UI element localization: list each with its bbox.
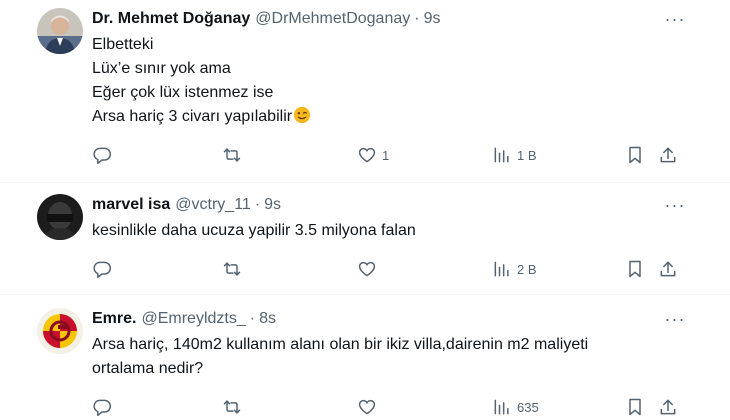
like-button[interactable]: 1 <box>357 143 389 167</box>
author-handle[interactable]: @vctry_11 <box>175 196 251 214</box>
reply-icon <box>93 147 112 165</box>
tweet-header: Dr. Mehmet Doğanay @DrMehmetDoganay · 9s <box>92 8 440 30</box>
views-count: 1 B <box>517 147 537 163</box>
share-button[interactable] <box>658 143 678 167</box>
avatar[interactable] <box>37 308 83 354</box>
tweet-header: Emre. @Emreyldzts_ · 8s <box>92 308 276 330</box>
separator-dot: · <box>249 310 256 327</box>
more-icon[interactable]: ··· <box>664 8 686 30</box>
tweet-text-line: Elbetteki <box>92 36 154 53</box>
tweet-actions: 2 B <box>92 257 687 281</box>
reply-icon <box>93 261 112 279</box>
tweet-actions: 1 1 B <box>92 143 687 167</box>
tweet[interactable]: marvel isa @vctry_11 · 9s ··· kesinlikle… <box>0 183 730 295</box>
share-icon <box>660 147 676 163</box>
tweet-header: marvel isa @vctry_11 · 9s <box>92 194 281 216</box>
share-button[interactable] <box>658 257 678 281</box>
bookmark-button[interactable] <box>625 143 645 167</box>
bookmark-icon <box>629 146 641 164</box>
bookmark-button[interactable] <box>625 395 645 419</box>
author-name[interactable]: Dr. Mehmet Doğanay <box>92 10 250 28</box>
tweet-text-line: Eğer çok lüx istenmez ise <box>92 84 274 101</box>
bookmark-button[interactable] <box>625 257 645 281</box>
views-count: 635 <box>517 399 539 415</box>
reply-button[interactable] <box>92 143 117 167</box>
retweet-button[interactable] <box>222 143 247 167</box>
tweet-text-line: Lüx’e sınır yok ama <box>92 60 231 77</box>
tweet-text: Arsa hariç, 140m2 kullanım alanı olan bi… <box>92 333 672 381</box>
heart-icon <box>358 399 376 415</box>
author-name[interactable]: marvel isa <box>92 196 170 214</box>
tweet-text-line: ortalama nedir? <box>92 360 204 377</box>
separator-dot: · <box>414 10 420 27</box>
more-icon[interactable]: ··· <box>664 308 686 330</box>
views-count: 2 B <box>517 261 537 277</box>
bookmark-icon <box>629 260 641 278</box>
tweet[interactable]: Emre. @Emreyldzts_ · 8s ··· Arsa hariç, … <box>0 295 730 420</box>
tweet[interactable]: Dr. Mehmet Doğanay @DrMehmetDoganay · 9s… <box>0 0 730 183</box>
share-icon <box>660 261 676 277</box>
heart-icon <box>358 147 376 163</box>
tweet-text-line: Arsa hariç 3 civarı yapılabilir <box>92 108 293 125</box>
timestamp[interactable]: 8s <box>259 310 276 328</box>
heart-icon <box>358 261 376 277</box>
retweet-icon <box>223 262 241 276</box>
retweet-icon <box>223 148 241 162</box>
views-icon <box>494 261 509 277</box>
tweet-text-line: Arsa hariç, 140m2 kullanım alanı olan bi… <box>92 336 589 353</box>
author-name[interactable]: Emre. <box>92 310 136 328</box>
tweet-actions: 635 <box>92 395 687 419</box>
views-icon <box>494 147 509 163</box>
tweet-text: kesinlikle daha ucuza yapilir 3.5 milyon… <box>92 219 416 243</box>
reply-button[interactable] <box>92 395 117 419</box>
like-button[interactable] <box>357 257 382 281</box>
author-handle[interactable]: @Emreyldzts_ <box>141 310 245 328</box>
tweet-text-line: kesinlikle daha ucuza yapilir 3.5 milyon… <box>92 222 416 239</box>
tweet-text: Elbetteki Lüx’e sınır yok ama Eğer çok l… <box>92 33 311 129</box>
share-icon <box>660 399 676 415</box>
reply-button[interactable] <box>92 257 117 281</box>
bookmark-icon <box>629 398 641 416</box>
views-icon <box>494 399 509 415</box>
winking-face-emoji-icon <box>293 106 311 124</box>
like-count: 1 <box>382 147 390 163</box>
retweet-icon <box>223 400 241 414</box>
timestamp[interactable]: 9s <box>264 196 281 214</box>
retweet-button[interactable] <box>222 257 247 281</box>
views-button[interactable]: 1 B <box>492 143 537 167</box>
author-handle[interactable]: @DrMehmetDoganay <box>255 10 410 28</box>
more-icon[interactable]: ··· <box>664 194 686 216</box>
retweet-button[interactable] <box>222 395 247 419</box>
separator-dot: · <box>254 196 261 213</box>
like-button[interactable] <box>357 395 382 419</box>
tweet-text-line-with-emoji: Arsa hariç 3 civarı yapılabilir <box>92 105 311 129</box>
avatar[interactable] <box>37 8 83 54</box>
views-button[interactable]: 2 B <box>492 257 537 281</box>
views-button[interactable]: 635 <box>492 395 539 419</box>
share-button[interactable] <box>658 395 678 419</box>
avatar[interactable] <box>37 194 83 240</box>
timestamp[interactable]: 9s <box>424 10 441 28</box>
reply-icon <box>93 399 112 417</box>
